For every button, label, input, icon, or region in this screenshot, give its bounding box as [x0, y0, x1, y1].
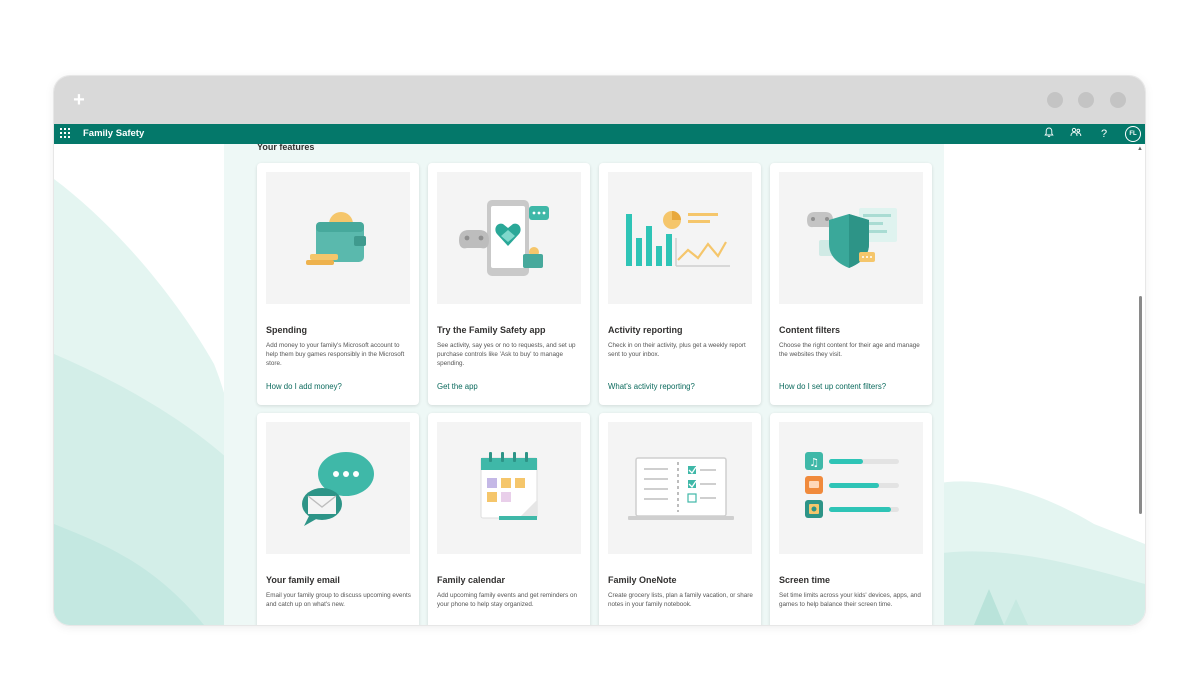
browser-window: + Family Safety ? FL Your features Spend…: [54, 76, 1145, 625]
content-filters-illustration: [779, 172, 923, 304]
chat-bubble-icon: [302, 452, 374, 526]
svg-text:♫: ♫: [809, 456, 819, 469]
scroll-thumb[interactable]: [1139, 296, 1142, 514]
screen-time-icon: ♫: [805, 452, 899, 518]
activity-illustration: [608, 172, 752, 304]
feature-card-family-calendar: Family calendar Add upcoming family even…: [428, 413, 590, 625]
phone-icon: [459, 200, 549, 276]
avatar[interactable]: FL: [1125, 126, 1141, 142]
app-launcher-icon[interactable]: [60, 128, 70, 138]
card-title: Content filters: [779, 325, 841, 335]
card-title: Screen time: [779, 575, 831, 585]
app-illustration: [437, 172, 581, 304]
bar-chart-icon: [626, 211, 730, 267]
app-header: Family Safety ? FL: [54, 124, 1145, 144]
feature-card-family-email: Your family email Email your family grou…: [257, 413, 419, 625]
card-description: See activity, say yes or no to requests,…: [437, 342, 576, 367]
feature-card-content-filters: Content filters Choose the right content…: [770, 163, 932, 405]
scroll-up-arrow-icon[interactable]: ▲: [1137, 146, 1143, 152]
feature-card-screen-time: ♫ Screen time Set time limits across you…: [770, 413, 932, 625]
card-title: Activity reporting: [608, 325, 683, 335]
main-content: Your features Spending Add money to your…: [54, 144, 1145, 625]
scrollbar[interactable]: ▲: [1137, 144, 1143, 625]
family-icon[interactable]: [1069, 127, 1083, 141]
card-title: Spending: [266, 325, 307, 335]
feature-card-family-onenote: Family OneNote Create grocery lists, pla…: [599, 413, 761, 625]
card-title: Try the Family Safety app: [437, 325, 546, 335]
shield-icon: [807, 208, 897, 268]
window-control-3[interactable]: [1110, 92, 1126, 108]
card-description: Add money to your family's Microsoft acc…: [266, 342, 405, 367]
card-description: Create grocery lists, plan a family vaca…: [608, 592, 753, 608]
new-tab-button[interactable]: +: [70, 88, 88, 112]
notebook-icon: [628, 457, 734, 520]
spending-illustration: [266, 172, 410, 304]
add-money-link[interactable]: How do I add money?: [266, 381, 342, 393]
onenote-illustration: [608, 422, 752, 554]
card-description: Choose the right content for their age a…: [779, 342, 920, 358]
feature-card-family-safety-app: Try the Family Safety app See activity, …: [428, 163, 590, 405]
calendar-illustration: [437, 422, 581, 554]
card-description: Set time limits across your kids' device…: [779, 592, 921, 608]
bell-icon[interactable]: [1042, 127, 1056, 141]
card-description: Email your family group to discuss upcom…: [266, 592, 411, 608]
window-control-1[interactable]: [1047, 92, 1063, 108]
feature-card-spending: Spending Add money to your family's Micr…: [257, 163, 419, 405]
card-description: Check in on their activity, plus get a w…: [608, 342, 746, 358]
email-illustration: [266, 422, 410, 554]
help-icon[interactable]: ?: [1097, 127, 1111, 141]
card-title: Your family email: [266, 575, 340, 585]
screen-time-illustration: ♫: [779, 422, 923, 554]
app-title[interactable]: Family Safety: [83, 127, 144, 141]
content-filters-link[interactable]: How do I set up content filters?: [779, 381, 886, 393]
card-title: Family calendar: [437, 575, 506, 585]
window-control-2[interactable]: [1078, 92, 1094, 108]
card-title: Family OneNote: [608, 575, 677, 585]
wallet-icon: [306, 212, 366, 265]
section-title: Your features: [257, 144, 315, 152]
title-bar: +: [54, 76, 1145, 124]
card-description: Add upcoming family events and get remin…: [437, 592, 578, 608]
activity-reporting-link[interactable]: What's activity reporting?: [608, 381, 695, 393]
feature-card-activity-reporting: Activity reporting Check in on their act…: [599, 163, 761, 405]
calendar-icon: [480, 452, 538, 520]
get-the-app-link[interactable]: Get the app: [437, 381, 478, 393]
